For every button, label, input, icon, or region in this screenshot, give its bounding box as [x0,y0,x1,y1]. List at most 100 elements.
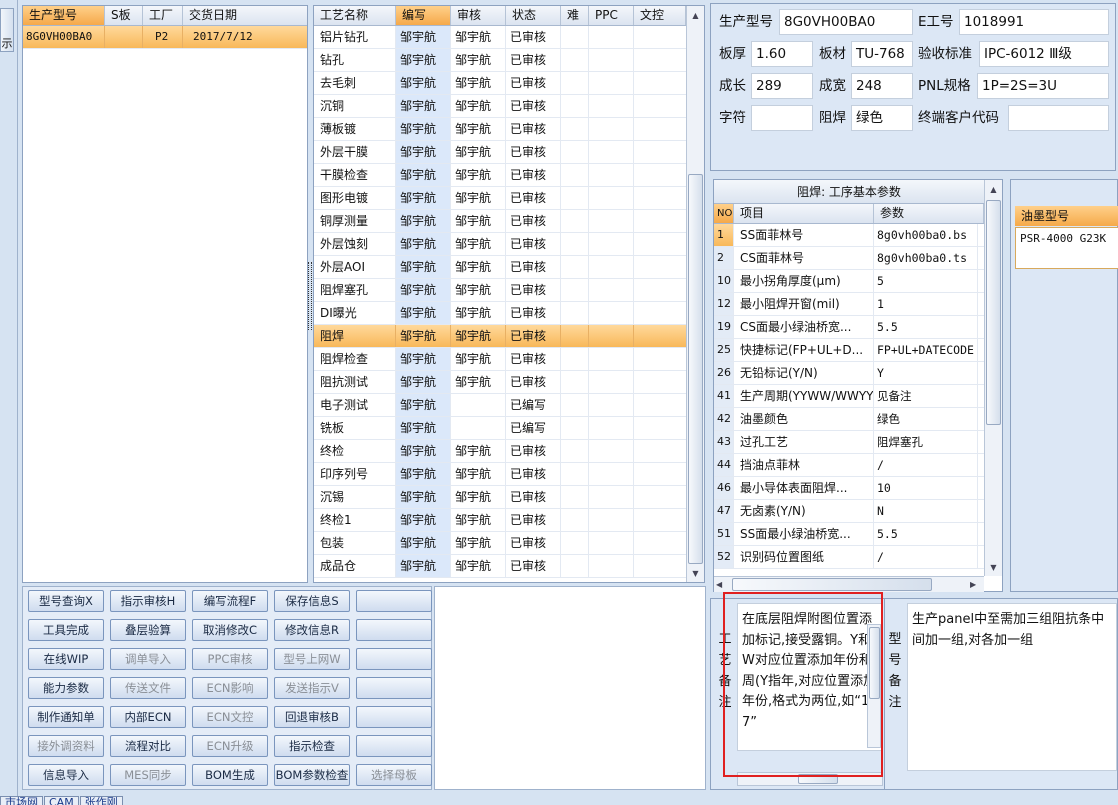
params-row[interactable]: 52 识别码位置图纸 / [714,546,984,569]
process-row[interactable]: 干膜检查 邹宇航 邹宇航 已审核 [314,164,686,187]
customer-code-field[interactable] [1008,105,1109,131]
length-field[interactable]: 289 [751,73,813,99]
params-scroll-down-icon[interactable]: ▼ [986,560,1001,575]
params-hscroll-thumb[interactable] [732,578,932,591]
model-field[interactable]: 8G0VH00BA0 [779,9,913,35]
process-col-ppc[interactable]: PPC [589,6,634,25]
params-hscroll-left-icon[interactable]: ◀ [716,578,722,592]
params-row[interactable]: 2 CS面菲林号 8g0vh00ba0.ts [714,247,984,270]
process-row[interactable]: 电子测试 邹宇航 已编写 [314,394,686,417]
action-button-2[interactable]: 编写流程F [192,590,268,612]
pnl-field[interactable]: 1P=2S=3U [977,73,1109,99]
params-row[interactable]: 25 快捷标记(FP+UL+D... FP+UL+DATECODE [714,339,984,362]
action-button-10[interactable]: 在线WIP [28,648,104,670]
action-button-11[interactable]: 调单导入 [110,648,186,670]
empty-button-29[interactable] [356,735,432,757]
empty-button-9[interactable] [356,619,432,641]
params-row[interactable]: 46 最小导体表面阻焊... 10 [714,477,984,500]
process-row[interactable]: 成品仓 邹宇航 邹宇航 已审核 [314,555,686,578]
action-button-7[interactable]: 取消修改C [192,619,268,641]
process-row[interactable]: 铣板 邹宇航 已编写 [314,417,686,440]
standard-field[interactable]: IPC-6012 Ⅲ级 [979,41,1109,67]
action-button-28[interactable]: 指示检查 [274,735,350,757]
process-row[interactable]: 终检 邹宇航 邹宇航 已审核 [314,440,686,463]
params-row[interactable]: 51 SS面最小绿油桥宽... 5.5 [714,523,984,546]
action-button-17[interactable]: ECN影响 [192,677,268,699]
process-col-writer[interactable]: 编写 [396,6,451,25]
process-col-doc[interactable]: 文控 [634,6,686,25]
params-row[interactable]: 44 挡油点菲林 / [714,454,984,477]
process-col-reviewer[interactable]: 审核 [451,6,506,25]
action-button-33[interactable]: BOM参数检查 [274,764,350,786]
orders-col-model[interactable]: 生产型号 [23,6,105,25]
splitter-grip[interactable] [308,262,312,330]
width-field[interactable]: 248 [851,73,913,99]
orders-col-sboard[interactable]: S板 [105,6,143,25]
process-row[interactable]: 沉铜 邹宇航 邹宇航 已审核 [314,95,686,118]
empty-button-14[interactable] [356,648,432,670]
process-row[interactable]: 去毛刺 邹宇航 邹宇航 已审核 [314,72,686,95]
material-field[interactable]: TU-768 [851,41,913,67]
thickness-field[interactable]: 1.60 [751,41,813,67]
action-button-26[interactable]: 流程对比 [110,735,186,757]
action-button-12[interactable]: PPC审核 [192,648,268,670]
process-row[interactable]: 阻抗测试 邹宇航 邹宇航 已审核 [314,371,686,394]
left-stub-button[interactable]: 示 [0,8,14,52]
process-row[interactable]: 铜厚测量 邹宇航 邹宇航 已审核 [314,210,686,233]
empty-button-24[interactable] [356,706,432,728]
process-row[interactable]: 外层蚀刻 邹宇航 邹宇航 已审核 [314,233,686,256]
action-button-13[interactable]: 型号上网W [274,648,350,670]
process-col-status[interactable]: 状态 [506,6,561,25]
empty-button-4[interactable] [356,590,432,612]
params-col-item[interactable]: 项目 [734,204,874,223]
process-scrollbar[interactable]: ▲ ▼ [686,6,704,582]
process-row[interactable]: 印序列号 邹宇航 邹宇航 已审核 [314,463,686,486]
tab-market[interactable]: 市场网 [0,796,43,805]
params-row[interactable]: 41 生产周期(YYWW/WWYY) 见备注 [714,385,984,408]
action-button-31[interactable]: MES同步 [110,764,186,786]
action-button-3[interactable]: 保存信息S [274,590,350,612]
action-button-22[interactable]: ECN文控 [192,706,268,728]
action-button-21[interactable]: 内部ECN [110,706,186,728]
tab-cam[interactable]: CAM [44,796,79,805]
params-row[interactable]: 47 无卤素(Y/N) N [714,500,984,523]
soldermask-field[interactable]: 绿色 [851,105,913,131]
params-row[interactable]: 26 无铅标记(Y/N) Y [714,362,984,385]
orders-col-factory[interactable]: 工厂 [143,6,183,25]
orders-row[interactable]: 8G0VH00BA0 P2 2017/7/12 [23,26,307,49]
action-button-5[interactable]: 工具完成 [28,619,104,641]
action-button-8[interactable]: 修改信息R [274,619,350,641]
process-row[interactable]: 阻焊 邹宇航 邹宇航 已审核 [314,325,686,348]
process-row[interactable]: 阻焊塞孔 邹宇航 邹宇航 已审核 [314,279,686,302]
params-row[interactable]: 12 最小阻焊开窗(mil) 1 [714,293,984,316]
params-col-no[interactable]: NO [714,204,734,223]
action-button-32[interactable]: BOM生成 [192,764,268,786]
process-col-difficulty[interactable]: 难 [561,6,589,25]
action-button-18[interactable]: 发送指示V [274,677,350,699]
scroll-up-icon[interactable]: ▲ [688,8,703,23]
process-row[interactable]: 沉锡 邹宇航 邹宇航 已审核 [314,486,686,509]
params-vscrollbar[interactable]: ▲ ▼ [984,180,1002,576]
process-row[interactable]: 外层干膜 邹宇航 邹宇航 已审核 [314,141,686,164]
params-col-value[interactable]: 参数 [874,204,984,223]
params-scroll-up-icon[interactable]: ▲ [986,182,1001,197]
process-row[interactable]: DI曝光 邹宇航 邹宇航 已审核 [314,302,686,325]
empty-button-19[interactable] [356,677,432,699]
action-button-23[interactable]: 回退审核B [274,706,350,728]
action-button-27[interactable]: ECN升级 [192,735,268,757]
eno-field[interactable]: 1018991 [959,9,1109,35]
action-button-15[interactable]: 能力参数 [28,677,104,699]
process-row[interactable]: 薄板镀 邹宇航 邹宇航 已审核 [314,118,686,141]
params-row[interactable]: 1 SS面菲林号 8g0vh00ba0.bs [714,224,984,247]
process-row[interactable]: 包装 邹宇航 邹宇航 已审核 [314,532,686,555]
scroll-down-icon[interactable]: ▼ [688,566,703,581]
params-row[interactable]: 43 过孔工艺 阻焊塞孔 [714,431,984,454]
process-row[interactable]: 铝片钻孔 邹宇航 邹宇航 已审核 [314,26,686,49]
process-scroll-thumb[interactable] [688,174,703,564]
ink-header[interactable]: 油墨型号 [1015,206,1118,226]
character-field[interactable] [751,105,813,131]
process-row[interactable]: 钻孔 邹宇航 邹宇航 已审核 [314,49,686,72]
action-button-1[interactable]: 指示审核H [110,590,186,612]
tab-user[interactable]: 张作刚 [79,796,123,805]
orders-col-delivery[interactable]: 交货日期 [183,6,303,25]
